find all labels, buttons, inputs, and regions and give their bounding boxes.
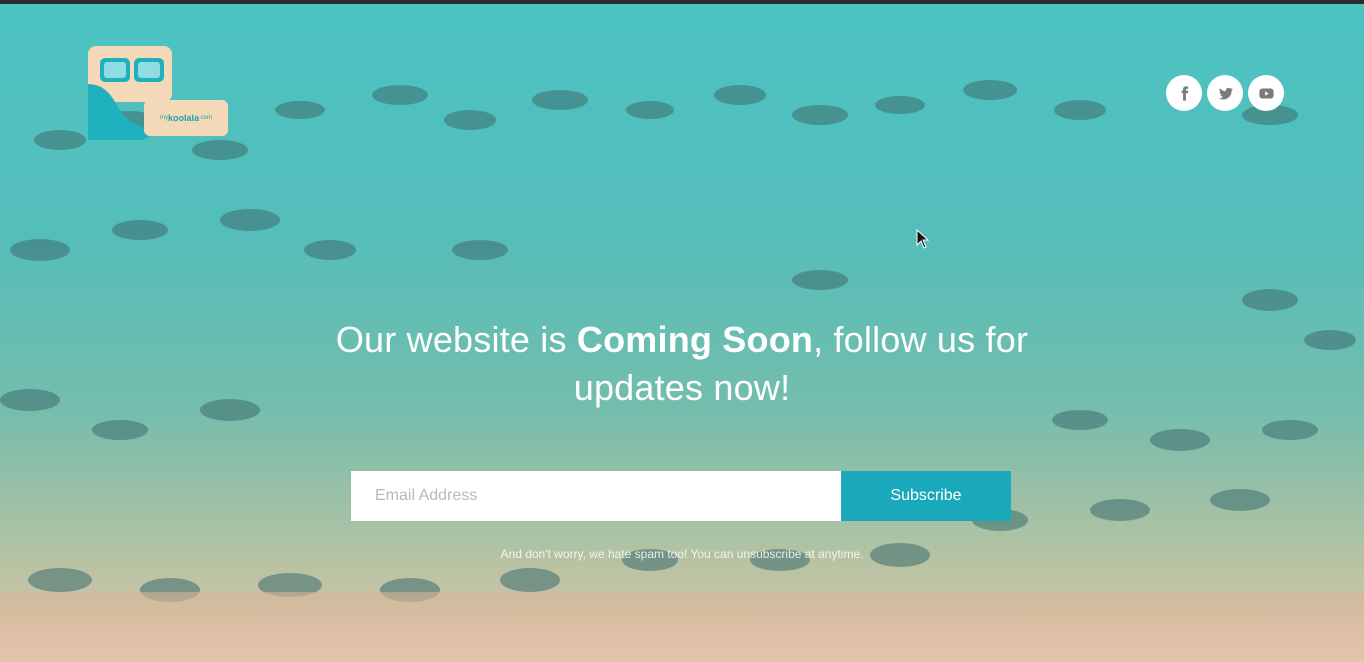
spam-note: And don't worry, we hate spam too! You c…	[500, 547, 864, 561]
twitter-icon	[1218, 87, 1233, 99]
heading-start: Our website is	[335, 319, 577, 360]
heading-bold: Coming Soon	[576, 319, 814, 360]
page-title: Our website is Coming Soon, follow us fo…	[330, 316, 1034, 412]
youtube-icon	[1258, 88, 1274, 98]
coming-soon-page: my koolala .com Our website is Coming Soon…	[0, 0, 1364, 662]
twitter-button[interactable]	[1207, 75, 1243, 111]
logo-suffix: .com	[199, 115, 213, 121]
facebook-icon	[1181, 85, 1188, 101]
social-links	[1166, 75, 1284, 111]
window-top-border	[0, 0, 1364, 4]
email-field[interactable]	[351, 471, 841, 521]
facebook-button[interactable]	[1166, 75, 1202, 111]
subscribe-form: Subscribe	[351, 471, 1011, 521]
river-water	[0, 592, 1364, 662]
logo-prefix: my	[159, 115, 168, 121]
logo-name: koolala	[167, 113, 199, 123]
subscribe-button[interactable]: Subscribe	[841, 471, 1011, 521]
youtube-button[interactable]	[1248, 75, 1284, 111]
logo-wordmark: my koolala .com	[144, 100, 228, 136]
mouse-cursor-icon	[916, 229, 930, 249]
